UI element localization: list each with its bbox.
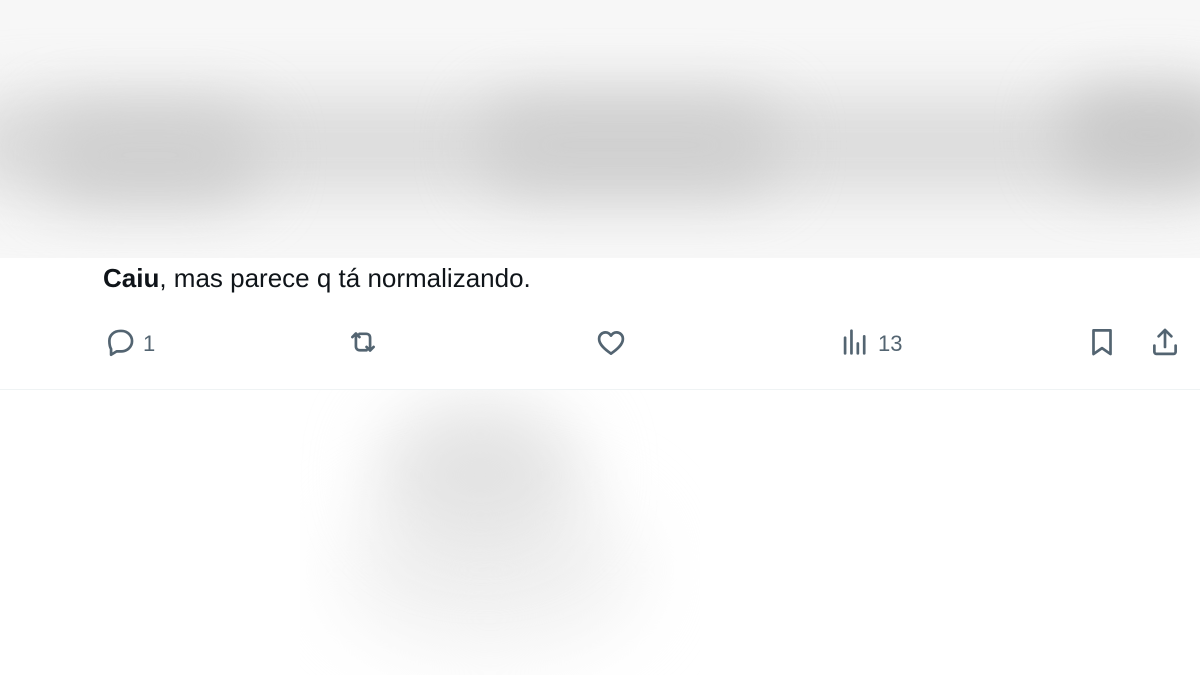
like-button[interactable] — [594, 322, 634, 366]
share-icon — [1148, 325, 1182, 364]
reply-icon — [103, 325, 137, 364]
tweet-mention[interactable]: Caiu — [103, 263, 159, 293]
reply-button[interactable]: 1 — [103, 322, 155, 366]
page: Caiu, mas parece q tá normalizando. 1 13 — [0, 0, 1200, 675]
retweet-button[interactable] — [346, 322, 386, 366]
blurred-header-area — [0, 0, 1200, 258]
share-button[interactable] — [1148, 322, 1182, 366]
heart-icon — [594, 325, 628, 364]
tweet-text: Caiu, mas parece q tá normalizando. — [103, 260, 531, 296]
views-button[interactable]: 13 — [838, 322, 902, 366]
tweet-action-bar: 1 13 — [0, 322, 1200, 366]
views-chart-icon — [838, 325, 872, 364]
reply-count: 1 — [143, 331, 156, 356]
blurred-lower-area — [300, 390, 700, 675]
tweet-body: , mas parece q tá normalizando. — [159, 263, 531, 293]
bookmark-button[interactable] — [1085, 322, 1119, 366]
views-count: 13 — [878, 331, 903, 356]
bookmark-icon — [1085, 325, 1119, 364]
retweet-icon — [346, 325, 380, 364]
